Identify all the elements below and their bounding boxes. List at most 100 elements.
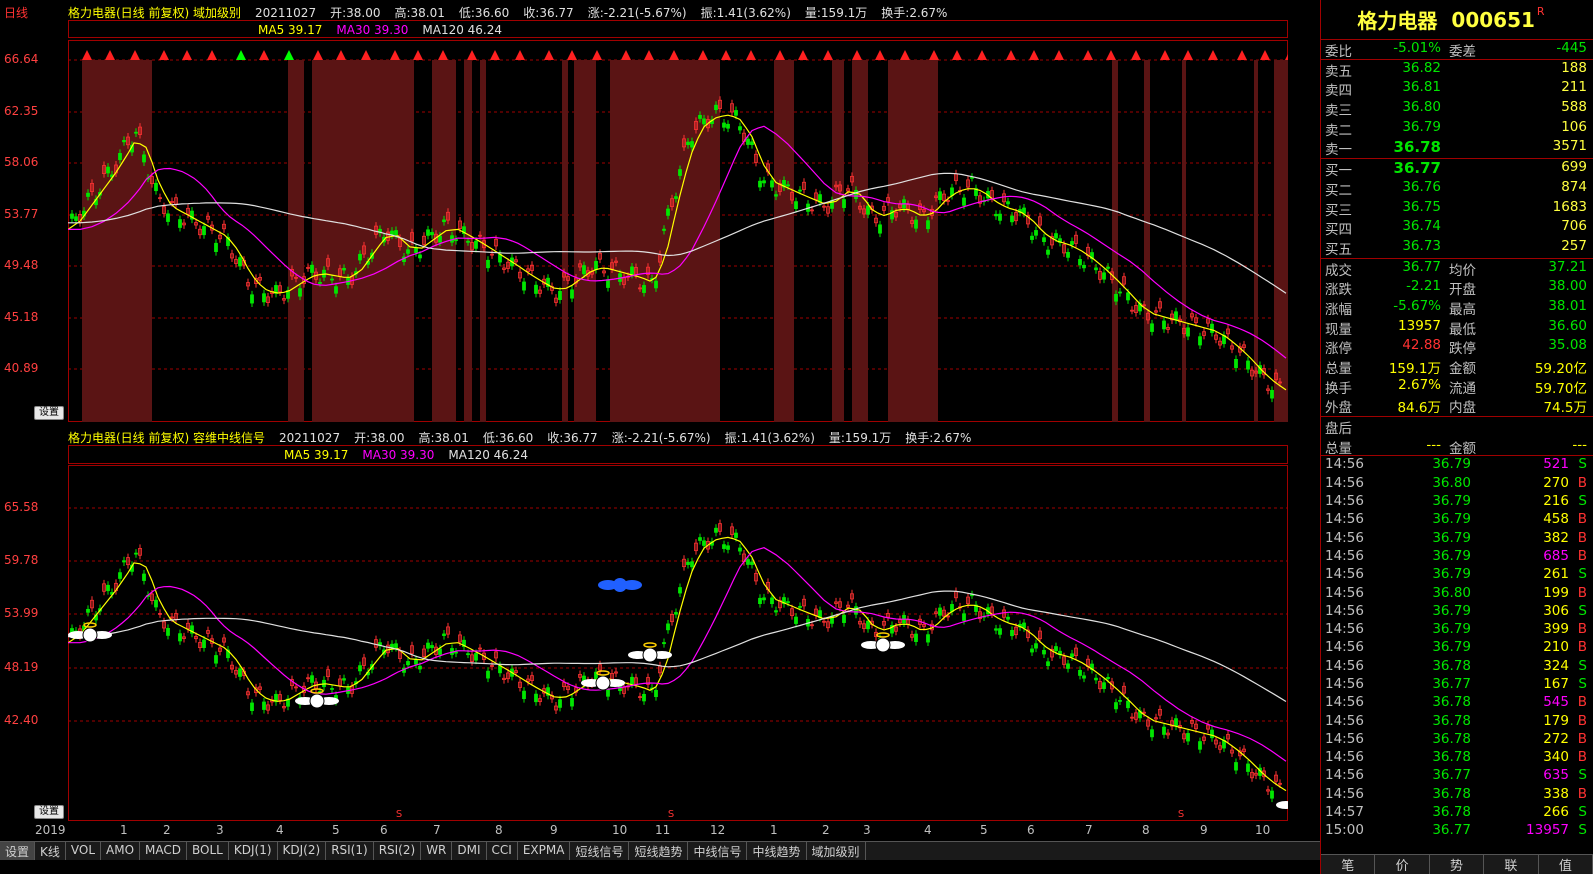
period-label[interactable]: 日线 bbox=[4, 4, 28, 21]
candle-body bbox=[238, 257, 242, 267]
candle-body bbox=[1030, 235, 1034, 240]
candle-body bbox=[522, 690, 526, 700]
candle-body bbox=[142, 573, 146, 581]
quote-tab[interactable]: 笔 bbox=[1321, 855, 1376, 874]
panel1-kline-svg[interactable] bbox=[68, 40, 1288, 422]
signal-triangle bbox=[336, 50, 346, 60]
tick-price: 36.79 bbox=[1432, 529, 1471, 546]
candle-body bbox=[426, 229, 430, 236]
candle-body bbox=[214, 655, 218, 664]
quote-tab[interactable]: 联 bbox=[1484, 855, 1539, 874]
kline-chart-area[interactable]: 日线 格力电器(日线 前复权) 域加级别 20211027 开:38.00 高:38.… bbox=[0, 0, 1320, 874]
after-hours-amt-label: 金额 bbox=[1449, 440, 1476, 457]
panel1-settings-button[interactable]: 设置 bbox=[34, 406, 64, 420]
indicator-tab[interactable]: KDJ(1) bbox=[229, 842, 278, 860]
bid-row[interactable]: 买三 36.75 1683 bbox=[1321, 199, 1593, 219]
indicator-tab[interactable]: DMI bbox=[452, 842, 487, 860]
tick-volume: 382 bbox=[1543, 529, 1569, 546]
tick-list[interactable]: 14:56 36.79 521 S 14:56 36.80 270 B 14:56 36.79 21… bbox=[1321, 456, 1593, 840]
candle-body bbox=[1210, 729, 1214, 739]
candle-body bbox=[202, 226, 206, 236]
indicator-tab[interactable]: 中线趋势 bbox=[747, 842, 807, 860]
indicator-tab[interactable]: MACD bbox=[140, 842, 188, 860]
candle-body bbox=[1022, 207, 1026, 214]
candle-body bbox=[342, 268, 346, 271]
candle-body bbox=[394, 643, 398, 648]
ask-row[interactable]: 卖五 36.82 188 bbox=[1321, 60, 1593, 80]
indicator-tab[interactable]: RSI(1) bbox=[326, 842, 374, 860]
tick-volume: 340 bbox=[1543, 749, 1569, 766]
candle-body bbox=[842, 614, 846, 623]
tick-row: 14:56 36.78 179 B bbox=[1321, 713, 1593, 731]
candle-body bbox=[678, 587, 682, 594]
panel2-settings-button[interactable]: 设置 bbox=[34, 805, 64, 819]
date-tick: 9 bbox=[550, 823, 558, 837]
tick-side: S bbox=[1578, 602, 1587, 619]
quote-tab[interactable]: 价 bbox=[1375, 855, 1430, 874]
quote-tab[interactable]: 势 bbox=[1430, 855, 1485, 874]
ask-row[interactable]: 卖三 36.80 588 bbox=[1321, 99, 1593, 119]
after-hours-vol: --- bbox=[1426, 436, 1441, 453]
order-volume: 211 bbox=[1561, 79, 1587, 96]
ask-row[interactable]: 卖四 36.81 211 bbox=[1321, 79, 1593, 99]
indicator-tab[interactable]: K线 bbox=[35, 842, 66, 860]
indicator-tab[interactable]: WR bbox=[421, 842, 453, 860]
signal-triangle bbox=[698, 50, 708, 60]
order-price: 36.74 bbox=[1402, 218, 1441, 235]
panel2-kline-svg[interactable]: SSS bbox=[68, 465, 1288, 821]
candle-body bbox=[310, 264, 314, 273]
weibi-row: 委比 -5.01% 委差 -445 bbox=[1321, 40, 1593, 60]
candle-body bbox=[722, 544, 726, 549]
tick-time: 14:56 bbox=[1325, 730, 1364, 747]
date-tick: 5 bbox=[980, 823, 988, 837]
date-tick: 12 bbox=[710, 823, 726, 837]
candle-body bbox=[1034, 230, 1038, 236]
candle-body bbox=[442, 219, 446, 223]
indicator-tab[interactable]: EXPMA bbox=[518, 842, 571, 860]
candle-body bbox=[1150, 323, 1154, 332]
tick-row: 14:56 36.79 216 S bbox=[1321, 493, 1593, 511]
order-level-label: 卖五 bbox=[1325, 63, 1352, 80]
candle-body bbox=[418, 254, 422, 259]
indicator-tab[interactable]: 短线趋势 bbox=[629, 842, 689, 860]
bid-row[interactable]: 买二 36.76 874 bbox=[1321, 179, 1593, 199]
candle-body bbox=[414, 659, 418, 665]
candle-body bbox=[1078, 669, 1082, 676]
ask-row[interactable]: 卖一 36.78 3571 bbox=[1321, 138, 1593, 158]
indicator-tab[interactable]: KDJ(2) bbox=[278, 842, 327, 860]
signal-triangle bbox=[1260, 50, 1270, 60]
signal-triangle bbox=[875, 50, 885, 60]
indicator-tab[interactable]: AMO bbox=[101, 842, 141, 860]
signal-triangle bbox=[515, 50, 525, 60]
tick-volume: 270 bbox=[1543, 474, 1569, 491]
candle-body bbox=[998, 213, 1002, 221]
tick-volume: 210 bbox=[1543, 639, 1569, 656]
indicator-tab[interactable]: 短线信号 bbox=[570, 842, 630, 860]
tick-volume: 306 bbox=[1543, 602, 1569, 619]
order-volume: 188 bbox=[1561, 59, 1587, 76]
tick-time: 14:56 bbox=[1325, 529, 1364, 546]
date-tick: 10 bbox=[612, 823, 628, 837]
indicator-tab[interactable]: 设置 bbox=[0, 842, 36, 860]
indicator-tab[interactable]: RSI(2) bbox=[374, 842, 422, 860]
indicator-tab[interactable]: VOL bbox=[66, 842, 102, 860]
signal-triangle bbox=[1183, 50, 1193, 60]
ask-row[interactable]: 卖二 36.79 106 bbox=[1321, 119, 1593, 139]
candle-body bbox=[238, 668, 242, 677]
angel-head bbox=[595, 675, 611, 691]
bid-row[interactable]: 买五 36.73 257 bbox=[1321, 238, 1593, 258]
indicator-tab[interactable]: BOLL bbox=[187, 842, 229, 860]
order-volume: 699 bbox=[1561, 159, 1587, 176]
stats-row: 成交 36.77 均价 37.21 bbox=[1321, 259, 1593, 279]
bid-row[interactable]: 买四 36.74 706 bbox=[1321, 218, 1593, 238]
indicator-tab[interactable]: 中线信号 bbox=[688, 842, 748, 860]
weicha-label: 委差 bbox=[1449, 44, 1476, 60]
bid-row[interactable]: 买一 36.77 699 bbox=[1321, 159, 1593, 179]
candle-body bbox=[1118, 699, 1122, 702]
quote-tab[interactable]: 值 bbox=[1539, 855, 1593, 874]
signal-triangle bbox=[207, 50, 217, 60]
indicator-tab[interactable]: CCI bbox=[487, 842, 518, 860]
candle-body bbox=[770, 597, 774, 605]
date-tick: 3 bbox=[216, 823, 224, 837]
indicator-tab[interactable]: 域加级别 bbox=[807, 842, 866, 860]
